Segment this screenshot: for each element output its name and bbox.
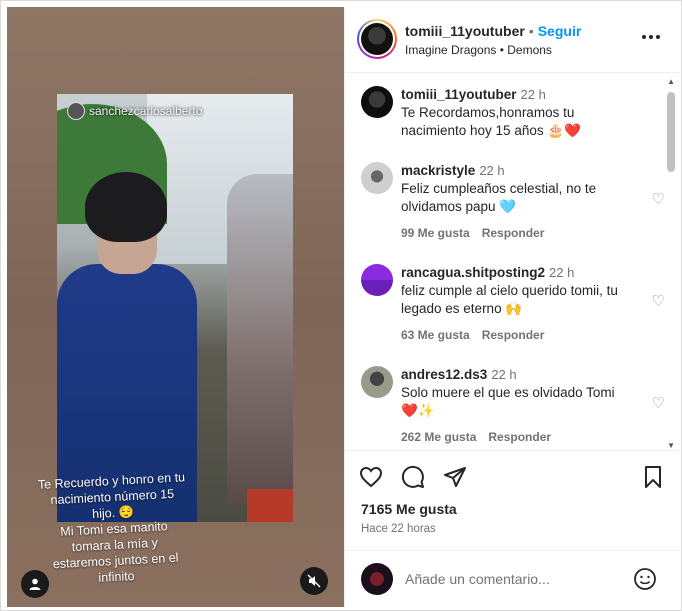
author-username[interactable]: tomiii_11youtuber	[405, 23, 525, 39]
comment-avatar[interactable]	[361, 86, 393, 118]
heart-icon[interactable]: ♡	[652, 394, 665, 412]
comment-text: Te Recordamos,honramos tu nacimiento hoy…	[401, 105, 581, 138]
comment-username[interactable]: tomiii_11youtuber	[401, 87, 517, 102]
ellipsis-icon	[642, 35, 660, 39]
comment-avatar[interactable]	[361, 264, 393, 296]
comment-likes[interactable]: 99 Me gusta	[401, 226, 470, 240]
post-actions: 7165 Me gusta Hace 22 horas	[345, 450, 679, 550]
author-header-line: tomiii_11youtuber • Seguir	[405, 23, 581, 39]
comment-body: mackristyle 22 h Feliz cumpleaños celesti…	[401, 162, 633, 242]
scroll-down-icon[interactable]: ▼	[667, 441, 675, 450]
tagged-users-button[interactable]	[21, 570, 49, 598]
comment-meta: 63 Me gusta Responder	[401, 326, 633, 344]
reply-button[interactable]: Responder	[482, 328, 545, 342]
like-heart-icon[interactable]	[359, 465, 385, 491]
user-icon	[29, 578, 41, 590]
comment-likes[interactable]: 262 Me gusta	[401, 430, 476, 444]
comment-username[interactable]: andres12.ds3	[401, 367, 487, 382]
save-bookmark-icon[interactable]	[641, 465, 667, 491]
share-paper-plane-icon[interactable]	[443, 465, 469, 491]
comment-time: 22 h	[520, 87, 546, 102]
comment-body: tomiii_11youtuber 22 h Te Recordamos,honr…	[401, 86, 633, 140]
scrollbar-thumb[interactable]	[667, 92, 675, 172]
more-options-icon[interactable]	[641, 29, 661, 40]
current-user-avatar	[361, 563, 393, 595]
heart-icon[interactable]: ♡	[652, 190, 665, 208]
heart-icon[interactable]: ♡	[652, 292, 665, 310]
comment-input[interactable]: Añade un comentario...	[405, 571, 550, 587]
comment-time: 22 h	[479, 163, 505, 178]
post-side-panel: tomiii_11youtuber • Seguir Imagine Dragons…	[344, 7, 679, 607]
comment-text: Solo muere el que es olvidado Tomi ❤️✨	[401, 385, 615, 418]
photo-second-person	[227, 174, 293, 504]
post-dialog: sanchezcarlosalberto Te Recuerdo y honro…	[0, 0, 682, 611]
avatar-inner	[359, 21, 395, 57]
comments-scrollbar[interactable]: ▲ ▼	[664, 74, 678, 450]
comments-list[interactable]: tomiii_11youtuber 22 h Te Recordamos,honr…	[345, 74, 679, 450]
post-media[interactable]: sanchezcarlosalberto Te Recuerdo y honro…	[7, 7, 344, 607]
reply-button[interactable]: Responder	[482, 226, 545, 240]
comment-username[interactable]: mackristyle	[401, 163, 475, 178]
audio-track-link[interactable]: Imagine Dragons • Demons	[405, 43, 552, 57]
overlay-handle: sanchezcarlosalberto	[67, 102, 202, 120]
comment-time: 22 h	[491, 367, 517, 382]
likes-count[interactable]: 7165 Me gusta	[361, 501, 457, 517]
action-icons	[359, 465, 665, 491]
list-item: tomiii_11youtuber 22 h Te Recordamos,honr…	[361, 86, 651, 146]
reply-button[interactable]: Responder	[488, 430, 551, 444]
post-header: tomiii_11youtuber • Seguir Imagine Dragons…	[345, 7, 679, 73]
muted-speaker-icon	[307, 574, 321, 588]
author-avatar[interactable]	[357, 19, 397, 59]
follow-button[interactable]: Seguir	[538, 23, 582, 39]
overlay-avatar	[67, 102, 85, 120]
header-separator: •	[528, 23, 534, 39]
comment-text: Feliz cumpleaños celestial, no te olvida…	[401, 181, 597, 214]
overlay-handle-text: sanchezcarlosalberto	[89, 104, 203, 118]
comment-time: 22 h	[549, 265, 575, 280]
comment-username[interactable]: rancagua.shitposting2	[401, 265, 545, 280]
comment-bubble-icon[interactable]	[401, 465, 427, 491]
media-caption: Te Recuerdo y honro en tu nacimiento núm…	[37, 470, 186, 585]
post-timestamp[interactable]: Hace 22 horas	[361, 523, 436, 535]
comment-body: andres12.ds3 22 h Solo muere el que es ol…	[401, 366, 633, 446]
story-photo: sanchezcarlosalberto	[57, 94, 293, 522]
avatar-image	[361, 23, 393, 55]
add-comment-bar: Añade un comentario...	[345, 550, 679, 607]
emoji-icon[interactable]	[633, 567, 657, 591]
list-item: andres12.ds3 22 h Solo muere el que es ol…	[361, 366, 665, 446]
comment-avatar[interactable]	[361, 162, 393, 194]
comment-text: feliz cumple al cielo querido tomii, tu …	[401, 283, 618, 316]
photo-red-object	[247, 489, 293, 522]
comment-body: rancagua.shitposting2 22 h feliz cumple a…	[401, 264, 633, 344]
comment-meta: 262 Me gusta Responder	[401, 428, 633, 446]
photo-hat	[85, 172, 167, 242]
list-item: mackristyle 22 h Feliz cumpleaños celesti…	[361, 162, 665, 242]
mute-button[interactable]	[300, 567, 328, 595]
list-item: rancagua.shitposting2 22 h feliz cumple a…	[361, 264, 665, 344]
scroll-up-icon[interactable]: ▲	[667, 77, 675, 86]
comment-likes[interactable]: 63 Me gusta	[401, 328, 470, 342]
comment-avatar[interactable]	[361, 366, 393, 398]
comment-meta: 99 Me gusta Responder	[401, 224, 633, 242]
